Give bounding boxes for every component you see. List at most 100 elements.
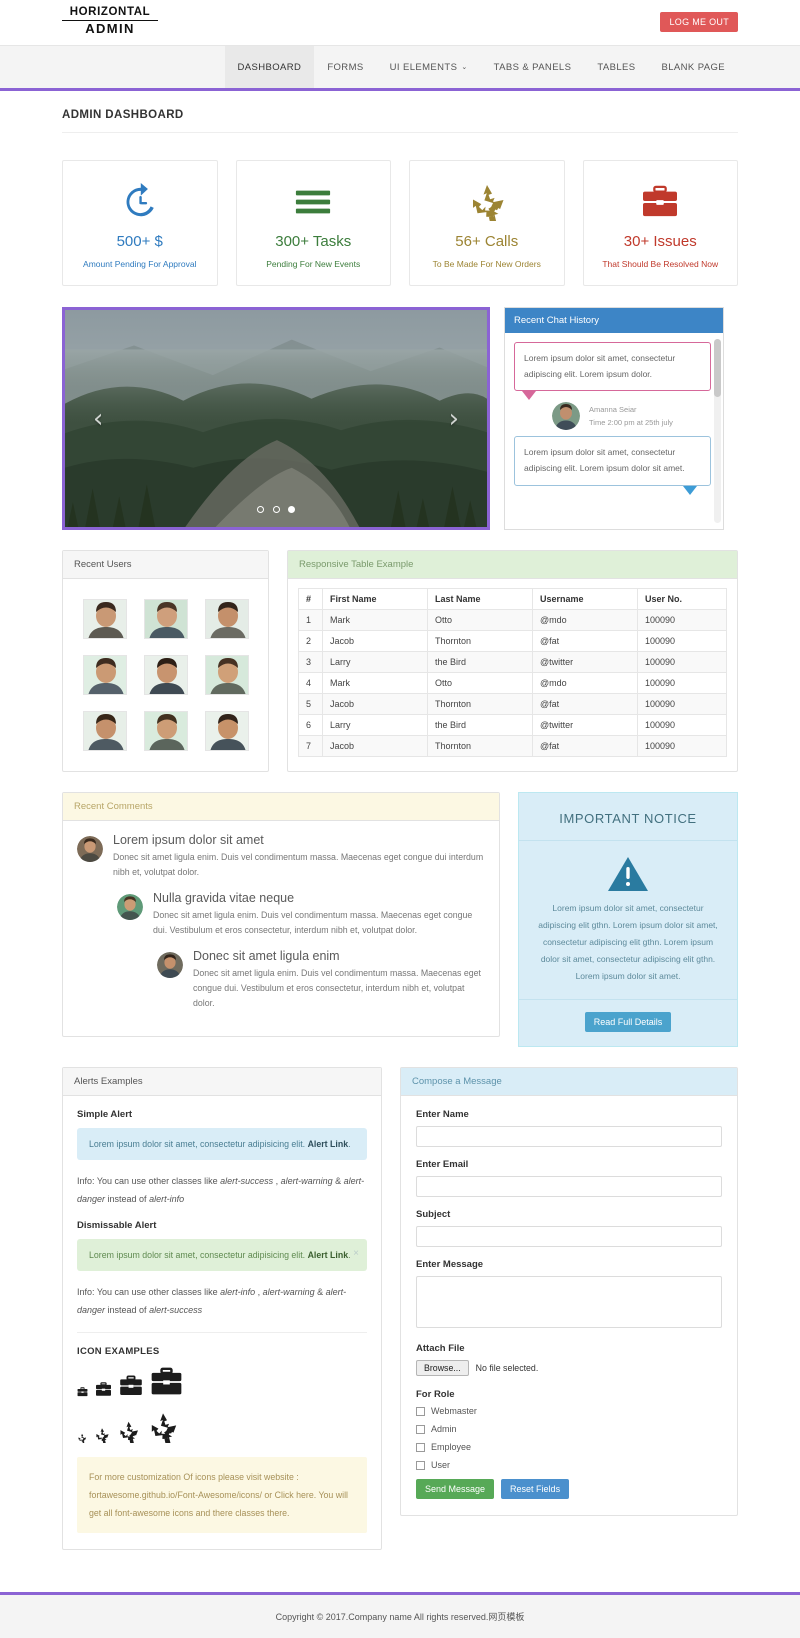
compose-panel-title: Compose a Message: [401, 1068, 737, 1096]
avatar: [77, 836, 103, 862]
nav-label: FORMS: [327, 61, 364, 73]
tasks-bars-icon: [243, 180, 385, 224]
carousel-next-button[interactable]: ›: [449, 404, 459, 434]
stat-number: 500+ $: [116, 233, 163, 250]
note-class: alert-info: [149, 1193, 185, 1204]
comment-item: Donec sit amet ligula enim Donec sit ame…: [157, 949, 485, 1012]
nav-item-forms[interactable]: FORMS: [314, 46, 376, 88]
page-footer: Copyright © 2017.Company name All rights…: [0, 1592, 800, 1638]
carousel-dot-1[interactable]: [257, 506, 265, 513]
checkbox-icon[interactable]: [416, 1442, 425, 1452]
chat-bubble-incoming: Lorem ipsum dolor sit amet, consectetur …: [514, 342, 711, 392]
subject-input[interactable]: [416, 1226, 722, 1247]
nav-item-ui-elements[interactable]: UI ELEMENTS ⌄: [377, 46, 481, 88]
table-row: 2 Jacob Thornton @fat 100090: [298, 630, 727, 652]
user-avatar[interactable]: [204, 711, 249, 751]
stat-subtitle: That Should Be Resolved Now: [602, 259, 719, 269]
image-carousel[interactable]: ‹ ›: [62, 307, 490, 530]
user-avatar[interactable]: [204, 655, 249, 695]
email-label: Enter Email: [416, 1159, 469, 1170]
comment-heading: Lorem ipsum dolor sit amet: [113, 833, 264, 847]
alert-link[interactable]: Alert Link: [308, 1139, 349, 1149]
nav-item-dashboard[interactable]: DASHBOARD: [224, 46, 315, 88]
briefcase-icon: [590, 180, 732, 224]
alert-link[interactable]: Alert Link: [308, 1250, 349, 1260]
stat-card-calls[interactable]: 56+ Calls To Be Made For New Orders: [409, 160, 565, 286]
chat-scrollbar[interactable]: [714, 339, 721, 523]
note-part: instead of: [105, 1304, 150, 1315]
nav-label: TABLES: [597, 61, 636, 73]
checkbox-user[interactable]: User: [416, 1460, 722, 1470]
table-row: 6 Larry the Bird @twitter 100090: [298, 714, 727, 736]
stat-card-tasks-pending[interactable]: 300+ Tasks Pending For New Events: [235, 160, 391, 286]
comment-heading: Nulla gravida vitae neque: [153, 890, 295, 905]
stat-subtitle: To Be Made For New Orders: [432, 259, 541, 269]
stat-card-issues[interactable]: 30+ Issues That Should Be Resolved Now: [582, 160, 738, 286]
close-icon[interactable]: ×: [353, 1248, 359, 1259]
nav-item-tables[interactable]: TABLES: [584, 46, 648, 88]
cell-last-name: the Bird: [427, 651, 533, 673]
checkbox-admin[interactable]: Admin: [416, 1424, 722, 1434]
stat-card-amount-pending[interactable]: 500+ $ Amount Pending For Approval: [62, 160, 218, 286]
alerts-examples-panel: Alerts Examples Simple Alert Lorem ipsum…: [62, 1067, 382, 1551]
user-avatar[interactable]: [143, 711, 188, 751]
user-avatar[interactable]: [82, 599, 127, 639]
responsive-table-panel: Responsive Table Example # First Name La…: [287, 550, 738, 772]
cell-index: 2: [298, 630, 323, 652]
carousel-chat-row: ‹ › Recent Chat History Lorem ipsum dolo…: [62, 307, 738, 530]
logout-button[interactable]: LOG ME OUT: [660, 12, 738, 32]
message-label: Enter Message: [416, 1259, 484, 1270]
alert-text: Lorem ipsum dolor sit amet, consectetur …: [89, 1139, 308, 1149]
table-row: 5 Jacob Thornton @fat 100090: [298, 693, 727, 715]
nav-item-tabs-panels[interactable]: TABS & PANELS: [481, 46, 585, 88]
stat-subtitle: Amount Pending For Approval: [83, 259, 197, 269]
brand-logo[interactable]: HORIZONTAL ADMIN: [62, 6, 158, 37]
stat-number: 56+ Calls: [455, 233, 519, 250]
send-message-button[interactable]: Send Message: [416, 1479, 495, 1499]
checkbox-icon[interactable]: [416, 1460, 425, 1470]
note-class: alert-success: [149, 1304, 203, 1315]
checkbox-label: Admin: [431, 1424, 457, 1434]
chat-meta-text: Amanna Seiar Time 2:00 pm at 25th july: [589, 403, 673, 430]
browse-button[interactable]: Browse...: [416, 1360, 469, 1376]
read-full-details-button[interactable]: Read Full Details: [584, 1012, 672, 1032]
user-avatar[interactable]: [143, 599, 188, 639]
message-textarea[interactable]: [416, 1276, 722, 1328]
note-part: ,: [273, 1176, 281, 1186]
simple-alert: Lorem ipsum dolor sit amet, consectetur …: [77, 1128, 367, 1160]
recycle-icon-sizes: [77, 1411, 367, 1444]
user-avatar[interactable]: [204, 599, 249, 639]
subject-label: Subject: [416, 1209, 451, 1220]
briefcase-icon: [120, 1375, 142, 1396]
user-avatar[interactable]: [82, 655, 127, 695]
carousel-dot-3[interactable]: [287, 506, 295, 513]
carousel-dot-2[interactable]: [272, 506, 280, 513]
checkbox-webmaster[interactable]: Webmaster: [416, 1406, 722, 1416]
cell-username: @mdo: [532, 609, 638, 631]
table-panel-title: Responsive Table Example: [288, 551, 737, 579]
chat-timestamp: Time 2:00 pm at 25th july: [589, 418, 673, 428]
recent-chat-panel: Recent Chat History Lorem ipsum dolor si…: [504, 307, 724, 530]
email-input[interactable]: [416, 1176, 722, 1197]
cell-first-name: Jacob: [322, 630, 428, 652]
reset-fields-button[interactable]: Reset Fields: [501, 1479, 570, 1499]
user-avatar[interactable]: [143, 655, 188, 695]
cell-first-name: Jacob: [322, 693, 428, 715]
cell-first-name: Larry: [322, 651, 428, 673]
cell-user-no: 100090: [637, 735, 727, 757]
briefcase-icon: [96, 1382, 111, 1396]
checkbox-icon[interactable]: [416, 1424, 425, 1434]
nav-item-blank-page[interactable]: BLANK PAGE: [649, 46, 739, 88]
name-input[interactable]: [416, 1126, 722, 1147]
cell-username: @fat: [532, 630, 638, 652]
checkbox-employee[interactable]: Employee: [416, 1442, 722, 1452]
compose-button-row: Send Message Reset Fields: [416, 1479, 722, 1499]
cell-last-name: Thornton: [427, 693, 533, 715]
user-avatar[interactable]: [82, 711, 127, 751]
bubble-tail-icon: [522, 391, 536, 401]
checkbox-icon[interactable]: [416, 1406, 425, 1416]
recycle-icon: [416, 180, 558, 224]
alerts-compose-row: Alerts Examples Simple Alert Lorem ipsum…: [62, 1067, 738, 1551]
comment-heading: Donec sit amet ligula enim: [193, 948, 340, 963]
carousel-prev-button[interactable]: ‹: [93, 404, 103, 434]
